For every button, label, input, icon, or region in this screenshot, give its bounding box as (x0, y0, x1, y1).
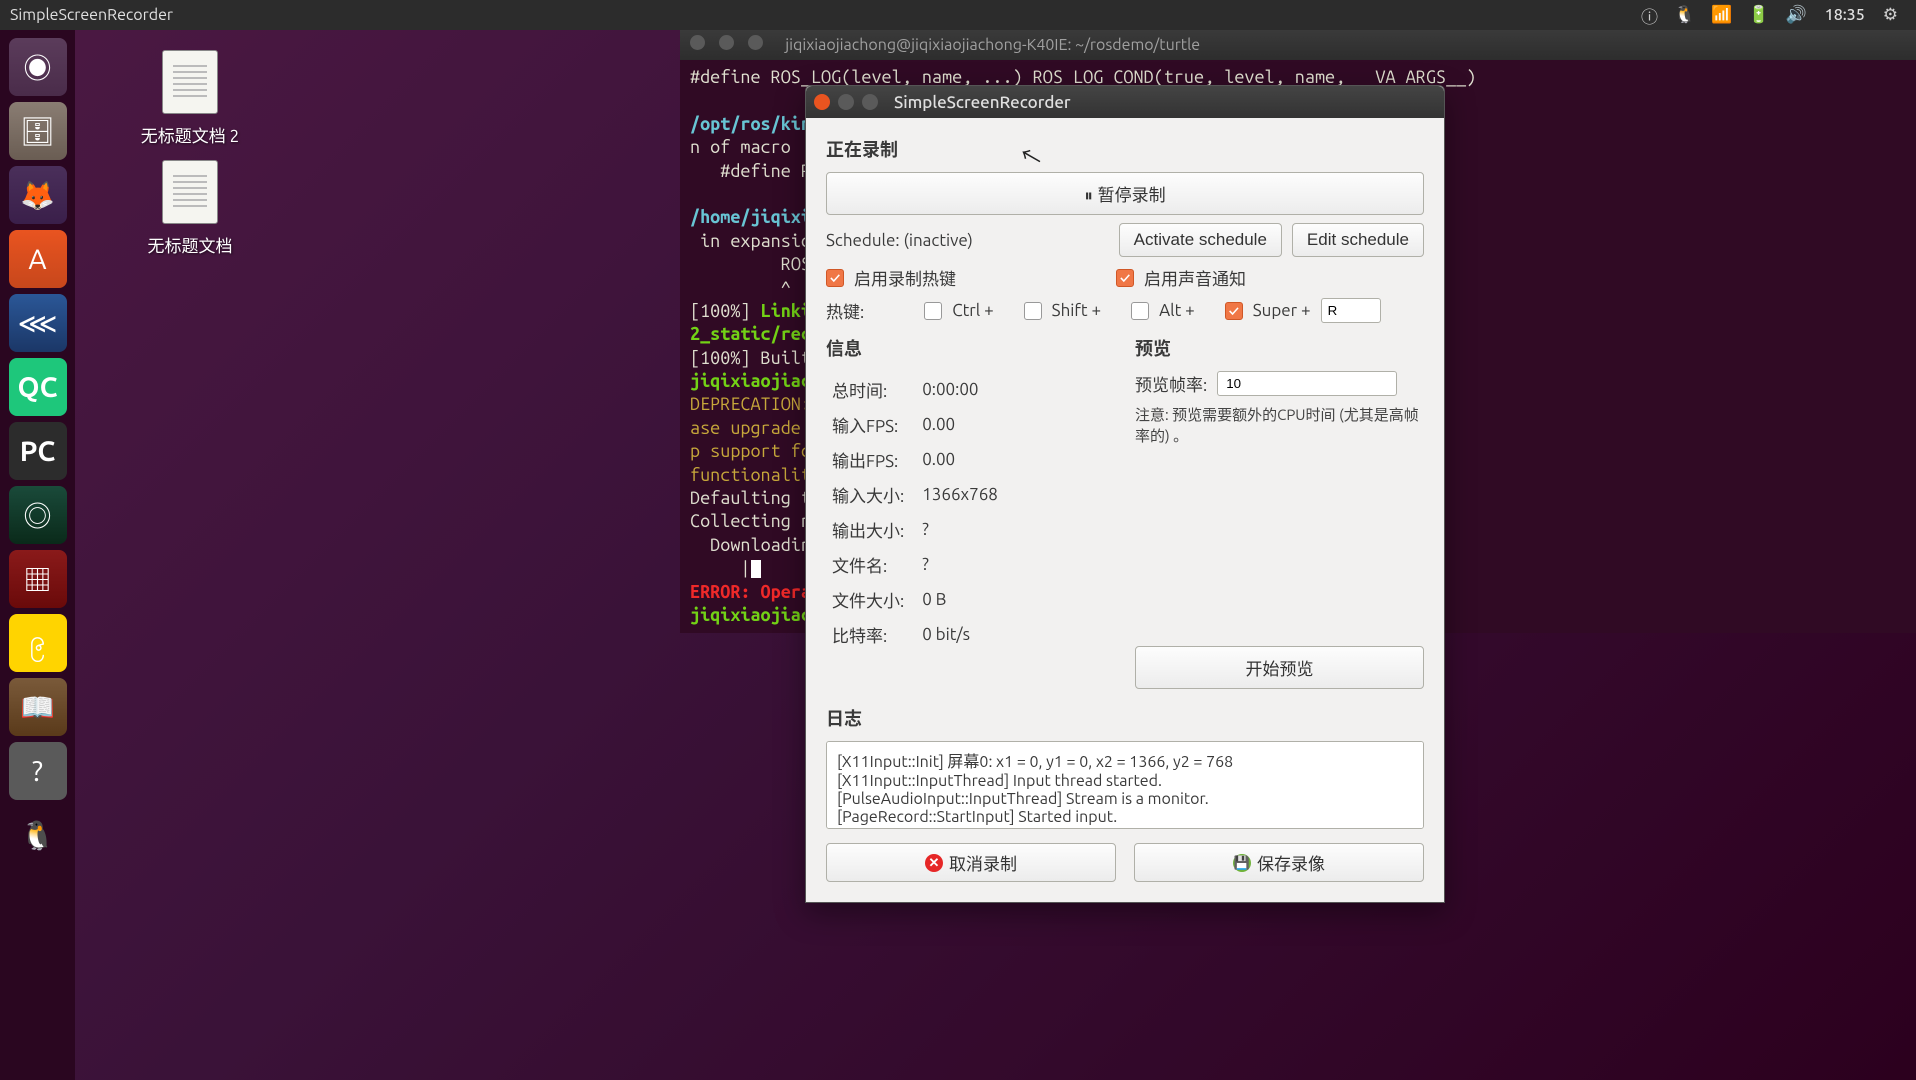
input-size-label: 输入大小: (828, 478, 916, 511)
ssr-titlebar[interactable]: SimpleScreenRecorder (806, 86, 1444, 118)
preview-fps-label: 预览帧率: (1135, 371, 1207, 396)
start-preview-button[interactable]: 开始预览 (1135, 646, 1424, 689)
camera-icon[interactable]: ◎ (9, 486, 67, 544)
log-line: [X11Input::InputThread] Input thread sta… (837, 772, 1413, 790)
terminal-title: jiqixiaojiachong@jiqixiaojiachong-K40IE:… (785, 35, 1200, 56)
wifi-icon[interactable]: 📶 (1711, 5, 1732, 25)
bitrate-value: 0 bit/s (918, 618, 1002, 651)
super-label: Super + (1253, 301, 1311, 320)
input-size-value: 1366x768 (918, 478, 1002, 511)
pycharm-icon[interactable]: PC (9, 422, 67, 480)
qq-penguin-icon[interactable]: 🐧 (9, 806, 67, 864)
preview-note: 注意: 预览需要额外的CPU时间 (尤其是高帧率的) 。 (1135, 404, 1424, 446)
minimize-icon[interactable] (719, 35, 734, 50)
top-menubar: SimpleScreenRecorder ⓘ 🐧 📶 🔋 🔊 18:35 ⚙ (0, 0, 1916, 30)
log-line: [X11Input::Init] 屏幕0: x1 = 0, y1 = 0, x2… (837, 748, 1413, 772)
gear-icon[interactable]: ⚙ (1883, 5, 1898, 25)
output-size-label: 输出大小: (828, 513, 916, 546)
filesize-value: 0 B (918, 583, 1002, 616)
shift-checkbox[interactable] (1024, 302, 1042, 320)
cancel-button-label: 取消录制 (949, 850, 1017, 875)
close-icon[interactable] (814, 94, 830, 110)
cancel-recording-button[interactable]: ✕ 取消录制 (826, 843, 1116, 882)
desktop-file-1[interactable]: 无标题文档 2 (115, 50, 265, 147)
enable-sound-checkbox[interactable] (1116, 269, 1134, 287)
ssr-icon[interactable]: ▦ (9, 550, 67, 608)
ctrl-label: Ctrl + (952, 301, 993, 320)
preview-fps-input[interactable] (1217, 371, 1397, 396)
clock[interactable]: 18:35 (1825, 6, 1865, 24)
document-icon (162, 50, 218, 114)
active-app-title: SimpleScreenRecorder (10, 6, 173, 24)
battery-icon[interactable]: 🔋 (1748, 5, 1769, 25)
hotkey-label: 热键: (826, 298, 864, 323)
save-icon: 💾 (1233, 854, 1251, 872)
total-time-label: 总时间: (828, 373, 916, 406)
save-button-label: 保存录像 (1257, 850, 1325, 875)
log-section-header: 日志 (826, 705, 1424, 731)
pause-recording-button[interactable]: ⏸ 暂停录制 (826, 172, 1424, 215)
alt-checkbox[interactable] (1131, 302, 1149, 320)
software-center-icon[interactable]: A (9, 230, 67, 288)
save-recording-button[interactable]: 💾 保存录像 (1134, 843, 1424, 882)
filename-value: ? (918, 548, 1002, 581)
penguin-icon[interactable]: 🐧 (1674, 5, 1695, 25)
enable-sound-label: 启用声音通知 (1144, 265, 1246, 290)
files-icon[interactable]: 🗄 (9, 102, 67, 160)
desktop-file-label: 无标题文档 (148, 237, 233, 256)
preview-section-header: 预览 (1135, 335, 1424, 361)
enable-hotkey-checkbox[interactable] (826, 269, 844, 287)
book-icon[interactable]: 📖 (9, 678, 67, 736)
enable-hotkey-label: 启用录制热键 (854, 265, 956, 290)
bitrate-label: 比特率: (828, 618, 916, 651)
ssr-window-title: SimpleScreenRecorder (894, 93, 1071, 112)
ctrl-checkbox[interactable] (924, 302, 942, 320)
alt-label: Alt + (1159, 301, 1195, 320)
filesize-label: 文件大小: (828, 583, 916, 616)
log-textarea[interactable]: [X11Input::Init] 屏幕0: x1 = 0, y1 = 0, x2… (826, 741, 1424, 829)
activate-schedule-button[interactable]: Activate schedule (1119, 223, 1282, 257)
qqmusic-icon[interactable]: ၉ (9, 614, 67, 672)
accessibility-icon[interactable]: ⓘ (1641, 3, 1658, 28)
document-icon (162, 160, 218, 224)
recording-section-header: 正在录制 (826, 136, 1424, 162)
ssr-body: 正在录制 ⏸ 暂停录制 Schedule: (inactive) Activat… (806, 118, 1444, 902)
input-fps-label: 输入FPS: (828, 408, 916, 441)
volume-icon[interactable]: 🔊 (1786, 5, 1807, 25)
total-time-value: 0:00:00 (918, 373, 1002, 406)
ssr-window[interactable]: SimpleScreenRecorder 正在录制 ⏸ 暂停录制 Schedul… (805, 85, 1445, 903)
filename-label: 文件名: (828, 548, 916, 581)
edit-schedule-button[interactable]: Edit schedule (1292, 223, 1424, 257)
output-fps-label: 输出FPS: (828, 443, 916, 476)
super-checkbox[interactable] (1225, 302, 1243, 320)
launcher-dock: ◉ 🗄 🦊 A ⋘ QC PC ◎ ▦ ၉ 📖 ? 🐧 (0, 30, 75, 1080)
desktop-file-2[interactable]: 无标题文档 (115, 160, 265, 257)
info-section-header: 信息 (826, 335, 1115, 361)
close-icon[interactable] (690, 35, 705, 50)
output-size-value: ? (918, 513, 1002, 546)
ubuntu-dash-icon[interactable]: ◉ (9, 38, 67, 96)
log-line: [PulseAudioInput::InputThread] Stream is… (837, 790, 1413, 808)
firefox-icon[interactable]: 🦊 (9, 166, 67, 224)
maximize-icon[interactable] (748, 35, 763, 50)
qtcreator-icon[interactable]: QC (9, 358, 67, 416)
schedule-label: Schedule: (inactive) (826, 231, 973, 250)
shift-label: Shift + (1052, 301, 1101, 320)
minimize-icon[interactable] (838, 94, 854, 110)
log-line: [PageRecord::StartInput] Started input. (837, 808, 1413, 826)
output-fps-value: 0.00 (918, 443, 1002, 476)
terminal-titlebar[interactable]: jiqixiaojiachong@jiqixiaojiachong-K40IE:… (680, 30, 1916, 60)
vscode-icon[interactable]: ⋘ (9, 294, 67, 352)
cancel-icon: ✕ (925, 854, 943, 872)
maximize-icon[interactable] (862, 94, 878, 110)
help-icon[interactable]: ? (9, 742, 67, 800)
hotkey-key-input[interactable] (1321, 298, 1381, 323)
desktop-file-label: 无标题文档 2 (141, 127, 239, 146)
input-fps-value: 0.00 (918, 408, 1002, 441)
